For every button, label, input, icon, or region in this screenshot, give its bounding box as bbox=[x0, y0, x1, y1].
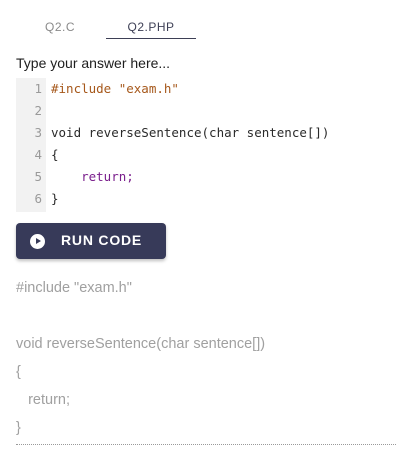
run-code-button[interactable]: RUN CODE bbox=[16, 223, 166, 259]
code-text[interactable]: } bbox=[51, 188, 59, 210]
answer-prompt: Type your answer here... bbox=[16, 55, 171, 71]
code-line[interactable]: 4 { bbox=[16, 144, 400, 166]
preview-line: { bbox=[16, 364, 21, 380]
line-number: 2 bbox=[34, 103, 42, 118]
preview-line: #include "exam.h" bbox=[16, 280, 132, 296]
code-text[interactable]: #include "exam.h" bbox=[51, 78, 179, 100]
code-preview: #include "exam.h" void reverseSentence(c… bbox=[16, 274, 396, 445]
code-line[interactable]: 1 #include "exam.h" bbox=[16, 78, 400, 100]
line-number: 5 bbox=[34, 169, 42, 184]
line-number: 6 bbox=[34, 191, 42, 206]
preview-line: } bbox=[16, 420, 21, 436]
tab-q2-php[interactable]: Q2.PHP bbox=[106, 20, 196, 39]
preview-line: return; bbox=[16, 392, 70, 408]
play-circle-icon bbox=[30, 234, 45, 249]
preview-line: void reverseSentence(char sentence[]) bbox=[16, 336, 266, 352]
code-editor[interactable]: 1 #include "exam.h" 2 3 void reverseSent… bbox=[16, 78, 400, 212]
code-line[interactable]: 3 void reverseSentence(char sentence[]) bbox=[16, 122, 400, 144]
code-line[interactable]: 6 } bbox=[16, 188, 400, 210]
line-number: 1 bbox=[34, 81, 42, 96]
line-number: 3 bbox=[34, 125, 42, 140]
tab-q2-c[interactable]: Q2.C bbox=[16, 20, 104, 38]
question-tabs: Q2.C Q2.PHP bbox=[16, 16, 400, 40]
run-code-label: RUN CODE bbox=[61, 232, 143, 248]
code-line[interactable]: 5 return; bbox=[16, 166, 400, 188]
line-number: 4 bbox=[34, 147, 42, 162]
code-text[interactable]: void reverseSentence(char sentence[]) bbox=[51, 122, 329, 144]
code-text[interactable]: { bbox=[51, 144, 59, 166]
code-line[interactable]: 2 bbox=[16, 100, 400, 122]
code-text[interactable]: return; bbox=[51, 166, 134, 188]
